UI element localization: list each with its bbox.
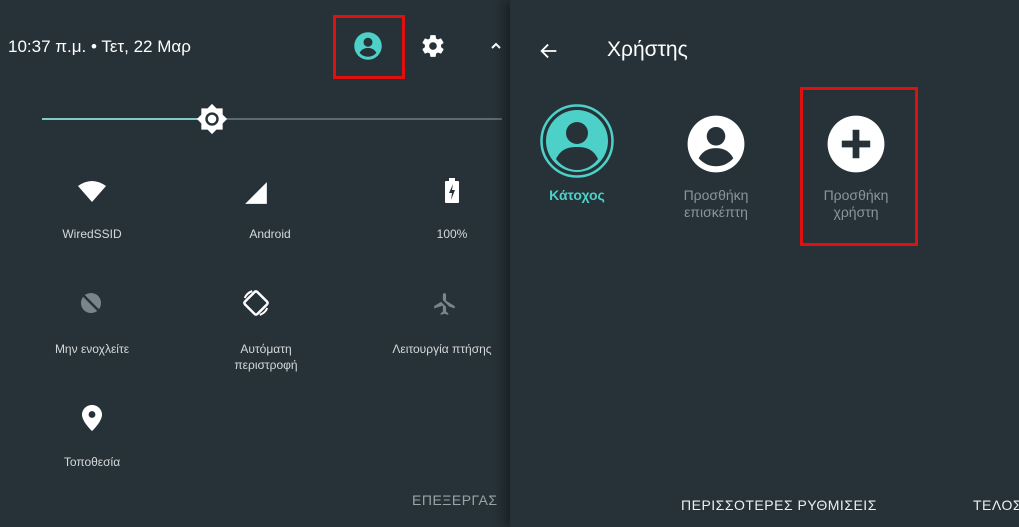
back-button[interactable]: [538, 40, 560, 62]
auto-rotate-tile-button[interactable]: [241, 288, 271, 318]
battery-tile-button[interactable]: [444, 178, 460, 204]
do-not-disturb-icon: [81, 293, 101, 313]
user-owner-label: Κάτοχος: [549, 187, 605, 203]
cellular-tile-button[interactable]: [243, 180, 269, 206]
more-settings-button[interactable]: ΠΕΡΙΣΣΟΤΕΡΕΣ ΡΥΘΜΙΣΕΙΣ: [681, 497, 877, 513]
location-tile-label: Τοποθεσία: [63, 455, 121, 469]
airplane-icon: [434, 293, 456, 315]
settings-button[interactable]: [420, 33, 446, 59]
battery-tile-label: 100%: [436, 227, 468, 241]
brightness-icon: [196, 103, 228, 135]
battery-charging-icon: [445, 178, 459, 203]
wifi-tile-label: WiredSSID: [62, 227, 122, 241]
auto-rotate-label-line1: Αυτόματη: [240, 342, 292, 356]
add-user-label: Προσθήκη χρήστη: [796, 187, 916, 221]
add-guest-label: Προσθήκη επισκέπτη: [656, 187, 776, 221]
dnd-tile-label: Μην ενοχλείτε: [54, 342, 130, 356]
account-circle-icon: [354, 32, 382, 60]
add-user-label-line1: Προσθήκη: [823, 187, 889, 203]
auto-rotate-icon: [243, 290, 269, 316]
wifi-icon: [78, 181, 106, 202]
add-user-label-line2: χρήστη: [833, 204, 879, 220]
dnd-tile-button[interactable]: [79, 291, 103, 315]
wifi-tile-button[interactable]: [77, 180, 107, 204]
edit-button[interactable]: ΕΠΕΞΕΡΓΑΣ: [412, 492, 497, 508]
cell-signal-icon: [245, 182, 267, 204]
chevron-up-icon: [491, 42, 501, 49]
auto-rotate-tile-label: Αυτόματη περιστροφή: [186, 341, 346, 373]
cellular-tile-label: Android: [249, 227, 291, 241]
quick-settings-panel: 10:37 π.μ. • Τετ, 22 Μαρ WiredSSID Andro…: [0, 0, 510, 527]
add-guest-button[interactable]: [685, 113, 747, 175]
add-guest-label-line2: επισκέπτη: [684, 204, 748, 220]
user-panel: Χρήστης Κάτοχος Προσθήκη επισκέπτη Προσθ…: [510, 0, 1019, 527]
collapse-button[interactable]: [488, 38, 504, 54]
status-time-date: 10:37 π.μ. • Τετ, 22 Μαρ: [8, 37, 191, 56]
gear-icon: [422, 35, 444, 57]
add-circle-icon: [827, 115, 885, 173]
add-guest-label-line1: Προσθήκη: [683, 187, 749, 203]
user-panel-title: Χρήστης: [607, 38, 688, 61]
add-user-button[interactable]: [825, 113, 887, 175]
brightness-slider-fill: [42, 118, 212, 120]
brightness-slider-thumb[interactable]: [196, 103, 228, 135]
location-tile-button[interactable]: [82, 405, 102, 431]
account-circle-icon: [687, 115, 745, 173]
location-pin-icon: [82, 405, 102, 431]
auto-rotate-label-line2: περιστροφή: [234, 358, 298, 372]
account-circle-icon: [540, 104, 614, 178]
airplane-tile-label: Λειτουργία πτήσης: [392, 342, 492, 356]
arrow-back-icon: [540, 43, 557, 59]
airplane-tile-button[interactable]: [432, 291, 458, 317]
done-button[interactable]: ΤΕΛΟΣ: [973, 497, 1019, 513]
user-owner-button[interactable]: [540, 104, 614, 178]
user-switch-button[interactable]: [353, 31, 383, 61]
